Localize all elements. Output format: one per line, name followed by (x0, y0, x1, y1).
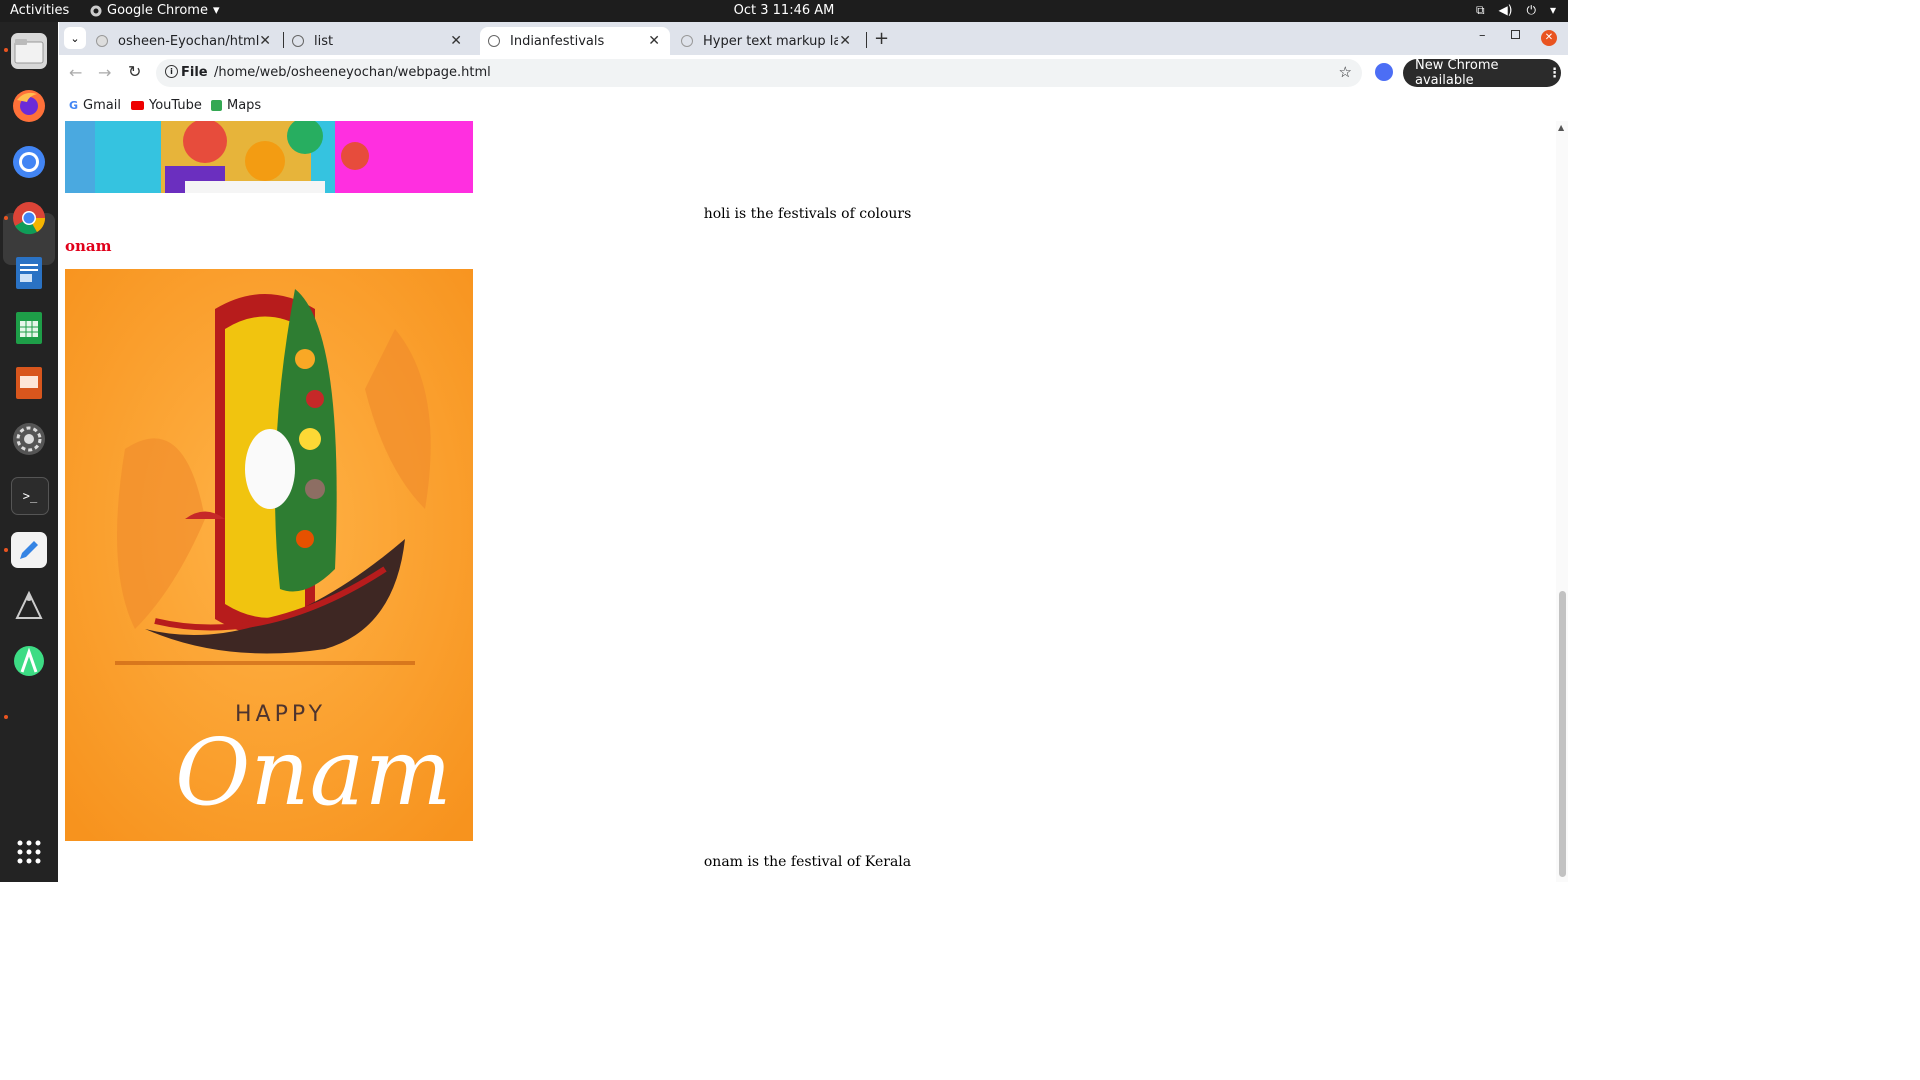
menu-dots-icon: ⋮ (1548, 65, 1561, 81)
scroll-up-arrow-icon[interactable]: ▲ (1558, 123, 1564, 132)
bookmark-youtube[interactable]: YouTube (131, 98, 202, 113)
settings-icon[interactable] (11, 421, 47, 457)
chromium-icon[interactable] (11, 144, 47, 180)
google-chrome-icon[interactable] (11, 200, 47, 236)
maximize-button[interactable] (1511, 30, 1520, 39)
chevron-down-icon[interactable]: ▾ (1550, 3, 1556, 18)
reload-button[interactable]: ↻ (128, 62, 141, 81)
show-apps-icon[interactable] (11, 834, 47, 870)
close-icon[interactable]: ✕ (450, 33, 462, 49)
running-indicator (4, 216, 8, 220)
onam-caption: onam is the festival of Kerala (703, 854, 912, 870)
new-chrome-available-button[interactable]: New Chrome available ⋮ (1403, 58, 1561, 88)
bookmark-gmail[interactable]: G Gmail (69, 98, 121, 113)
scrollbar-thumb[interactable] (1559, 591, 1566, 877)
onam-text: Onam (175, 719, 452, 826)
new-tab-button[interactable]: + (874, 28, 889, 49)
close-icon[interactable]: ✕ (648, 33, 660, 49)
running-indicator (4, 548, 8, 552)
profile-avatar[interactable] (1375, 63, 1393, 81)
bookmark-star-icon[interactable]: ☆ (1339, 63, 1352, 81)
writer-icon[interactable] (11, 255, 47, 291)
running-indicator (4, 715, 8, 719)
tab-separator (866, 32, 867, 48)
tab-search-button[interactable]: ⌄ (64, 27, 86, 49)
maps-icon (211, 100, 222, 111)
minimize-button[interactable]: – (1479, 28, 1486, 43)
dock: >_ (0, 22, 58, 882)
youtube-icon (131, 101, 144, 110)
tab-list[interactable]: list ✕ (292, 27, 472, 55)
browser-window: ⌄ osheen-Eyochan/html ✕ list ✕ Indianfes… (59, 22, 1568, 122)
holi-caption: holi is the festivals of colours (703, 206, 912, 222)
back-button[interactable]: ← (69, 63, 82, 82)
tab-github[interactable]: osheen-Eyochan/html ✕ (96, 27, 281, 55)
browser-toolbar: ← → ↻ i File /home/web/osheeneyochan/web… (59, 55, 1568, 91)
onam-image: HAPPY Onam (65, 269, 473, 841)
address-bar[interactable]: i File /home/web/osheeneyochan/webpage.h… (156, 59, 1362, 87)
tab-label: Indianfestivals (510, 33, 605, 49)
holi-image (65, 121, 473, 193)
clock[interactable]: Oct 3 11:46 AM (0, 3, 1568, 18)
tab-label: osheen-Eyochan/html (118, 33, 260, 49)
tab-indianfestivals[interactable]: Indianfestivals ✕ (480, 27, 670, 55)
bookmark-maps[interactable]: Maps (211, 98, 261, 113)
calc-icon[interactable] (11, 310, 47, 346)
bookmark-label: Maps (227, 98, 262, 113)
bookmarks-bar: G Gmail YouTube Maps (59, 91, 1568, 122)
network-icon[interactable]: ⧉ (1476, 3, 1485, 18)
close-icon[interactable]: ✕ (259, 33, 271, 49)
activities-button[interactable]: Activities (10, 3, 69, 18)
close-icon[interactable]: ✕ (839, 33, 851, 49)
github-icon (96, 35, 108, 47)
globe-icon (292, 35, 304, 47)
volume-icon[interactable]: ◀) (1499, 3, 1513, 18)
globe-icon (488, 35, 500, 47)
info-icon[interactable]: i (165, 65, 178, 78)
onam-heading: onam (65, 237, 112, 255)
tab-separator (283, 32, 284, 48)
android-studio-icon[interactable] (11, 643, 47, 679)
google-icon: G (69, 99, 79, 112)
chrome-app-icon (90, 5, 102, 16)
update-label: New Chrome available (1415, 58, 1499, 88)
vertical-scrollbar[interactable]: ▲ (1556, 121, 1568, 882)
files-icon[interactable] (11, 33, 47, 69)
tab-strip: ⌄ osheen-Eyochan/html ✕ list ✕ Indianfes… (59, 22, 1568, 55)
system-top-bar: Activities Google Chrome ▾ Oct 3 11:46 A… (0, 0, 1568, 22)
url-text[interactable]: /home/web/osheeneyochan/webpage.html (214, 65, 491, 80)
firefox-icon[interactable] (11, 88, 47, 124)
app-name: Google Chrome (107, 3, 208, 18)
running-indicator (4, 48, 8, 52)
inkscape-icon[interactable] (11, 588, 47, 624)
close-window-button[interactable]: ✕ (1541, 30, 1557, 46)
tab-html[interactable]: Hyper text markup langu ✕ (681, 27, 861, 55)
tab-label: list (314, 33, 334, 49)
terminal-icon[interactable]: >_ (11, 477, 49, 515)
bookmark-label: Gmail (83, 98, 121, 113)
tab-label: Hyper text markup langu (703, 33, 838, 49)
scheme-label: File (181, 65, 208, 80)
text-editor-icon[interactable] (11, 532, 47, 568)
impress-icon[interactable] (11, 365, 47, 401)
page-content: holi is the festivals of colours onam HA… (59, 121, 1556, 882)
forward-button[interactable]: → (98, 63, 111, 82)
app-menu[interactable]: Google Chrome ▾ (90, 3, 220, 18)
power-icon[interactable]: ⏻ (1526, 3, 1536, 18)
chevron-down-icon: ▾ (212, 3, 220, 18)
globe-icon (681, 35, 693, 47)
bookmark-label: YouTube (149, 98, 202, 113)
